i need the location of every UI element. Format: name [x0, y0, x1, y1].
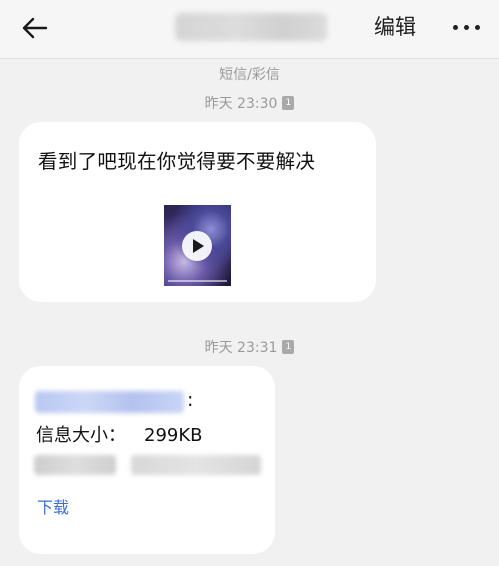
message-timestamp: 昨天 23:31 1 — [0, 337, 499, 357]
sim-card-icon: 1 — [282, 340, 295, 354]
sender-redacted — [35, 391, 184, 413]
message-timestamp: 昨天 23:30 1 — [0, 93, 499, 113]
timestamp-text: 昨天 23:30 — [204, 96, 278, 112]
redacted-info — [34, 455, 116, 475]
video-attachment[interactable] — [164, 205, 231, 286]
timestamp-text: 昨天 23:31 — [204, 340, 278, 356]
redacted-info — [131, 455, 261, 475]
back-button[interactable] — [14, 10, 54, 46]
message-text: 看到了吧现在你觉得要不要解决 — [38, 150, 316, 173]
mms-notification-bubble[interactable]: : 信息大小： 299KB 下载 — [19, 366, 275, 554]
conversation-title-redacted — [175, 13, 327, 41]
play-icon[interactable] — [182, 231, 212, 261]
arrow-left-icon — [22, 17, 48, 39]
more-horizontal-icon — [450, 24, 483, 30]
message-size-value: 299KB — [144, 425, 203, 446]
download-link[interactable]: 下载 — [37, 494, 69, 518]
top-bar: 编辑 — [0, 0, 499, 59]
video-progress-bar — [168, 280, 227, 282]
message-size-row: 信息大小： 299KB — [36, 421, 203, 447]
more-button[interactable] — [446, 12, 486, 42]
sender-colon: : — [187, 389, 194, 411]
edit-button[interactable]: 编辑 — [374, 12, 416, 42]
message-bubble[interactable]: 看到了吧现在你觉得要不要解决 — [19, 122, 376, 302]
message-size-label: 信息大小： — [36, 425, 126, 446]
channel-label: 短信/彩信 — [219, 67, 280, 83]
sim-card-icon: 1 — [282, 96, 295, 110]
